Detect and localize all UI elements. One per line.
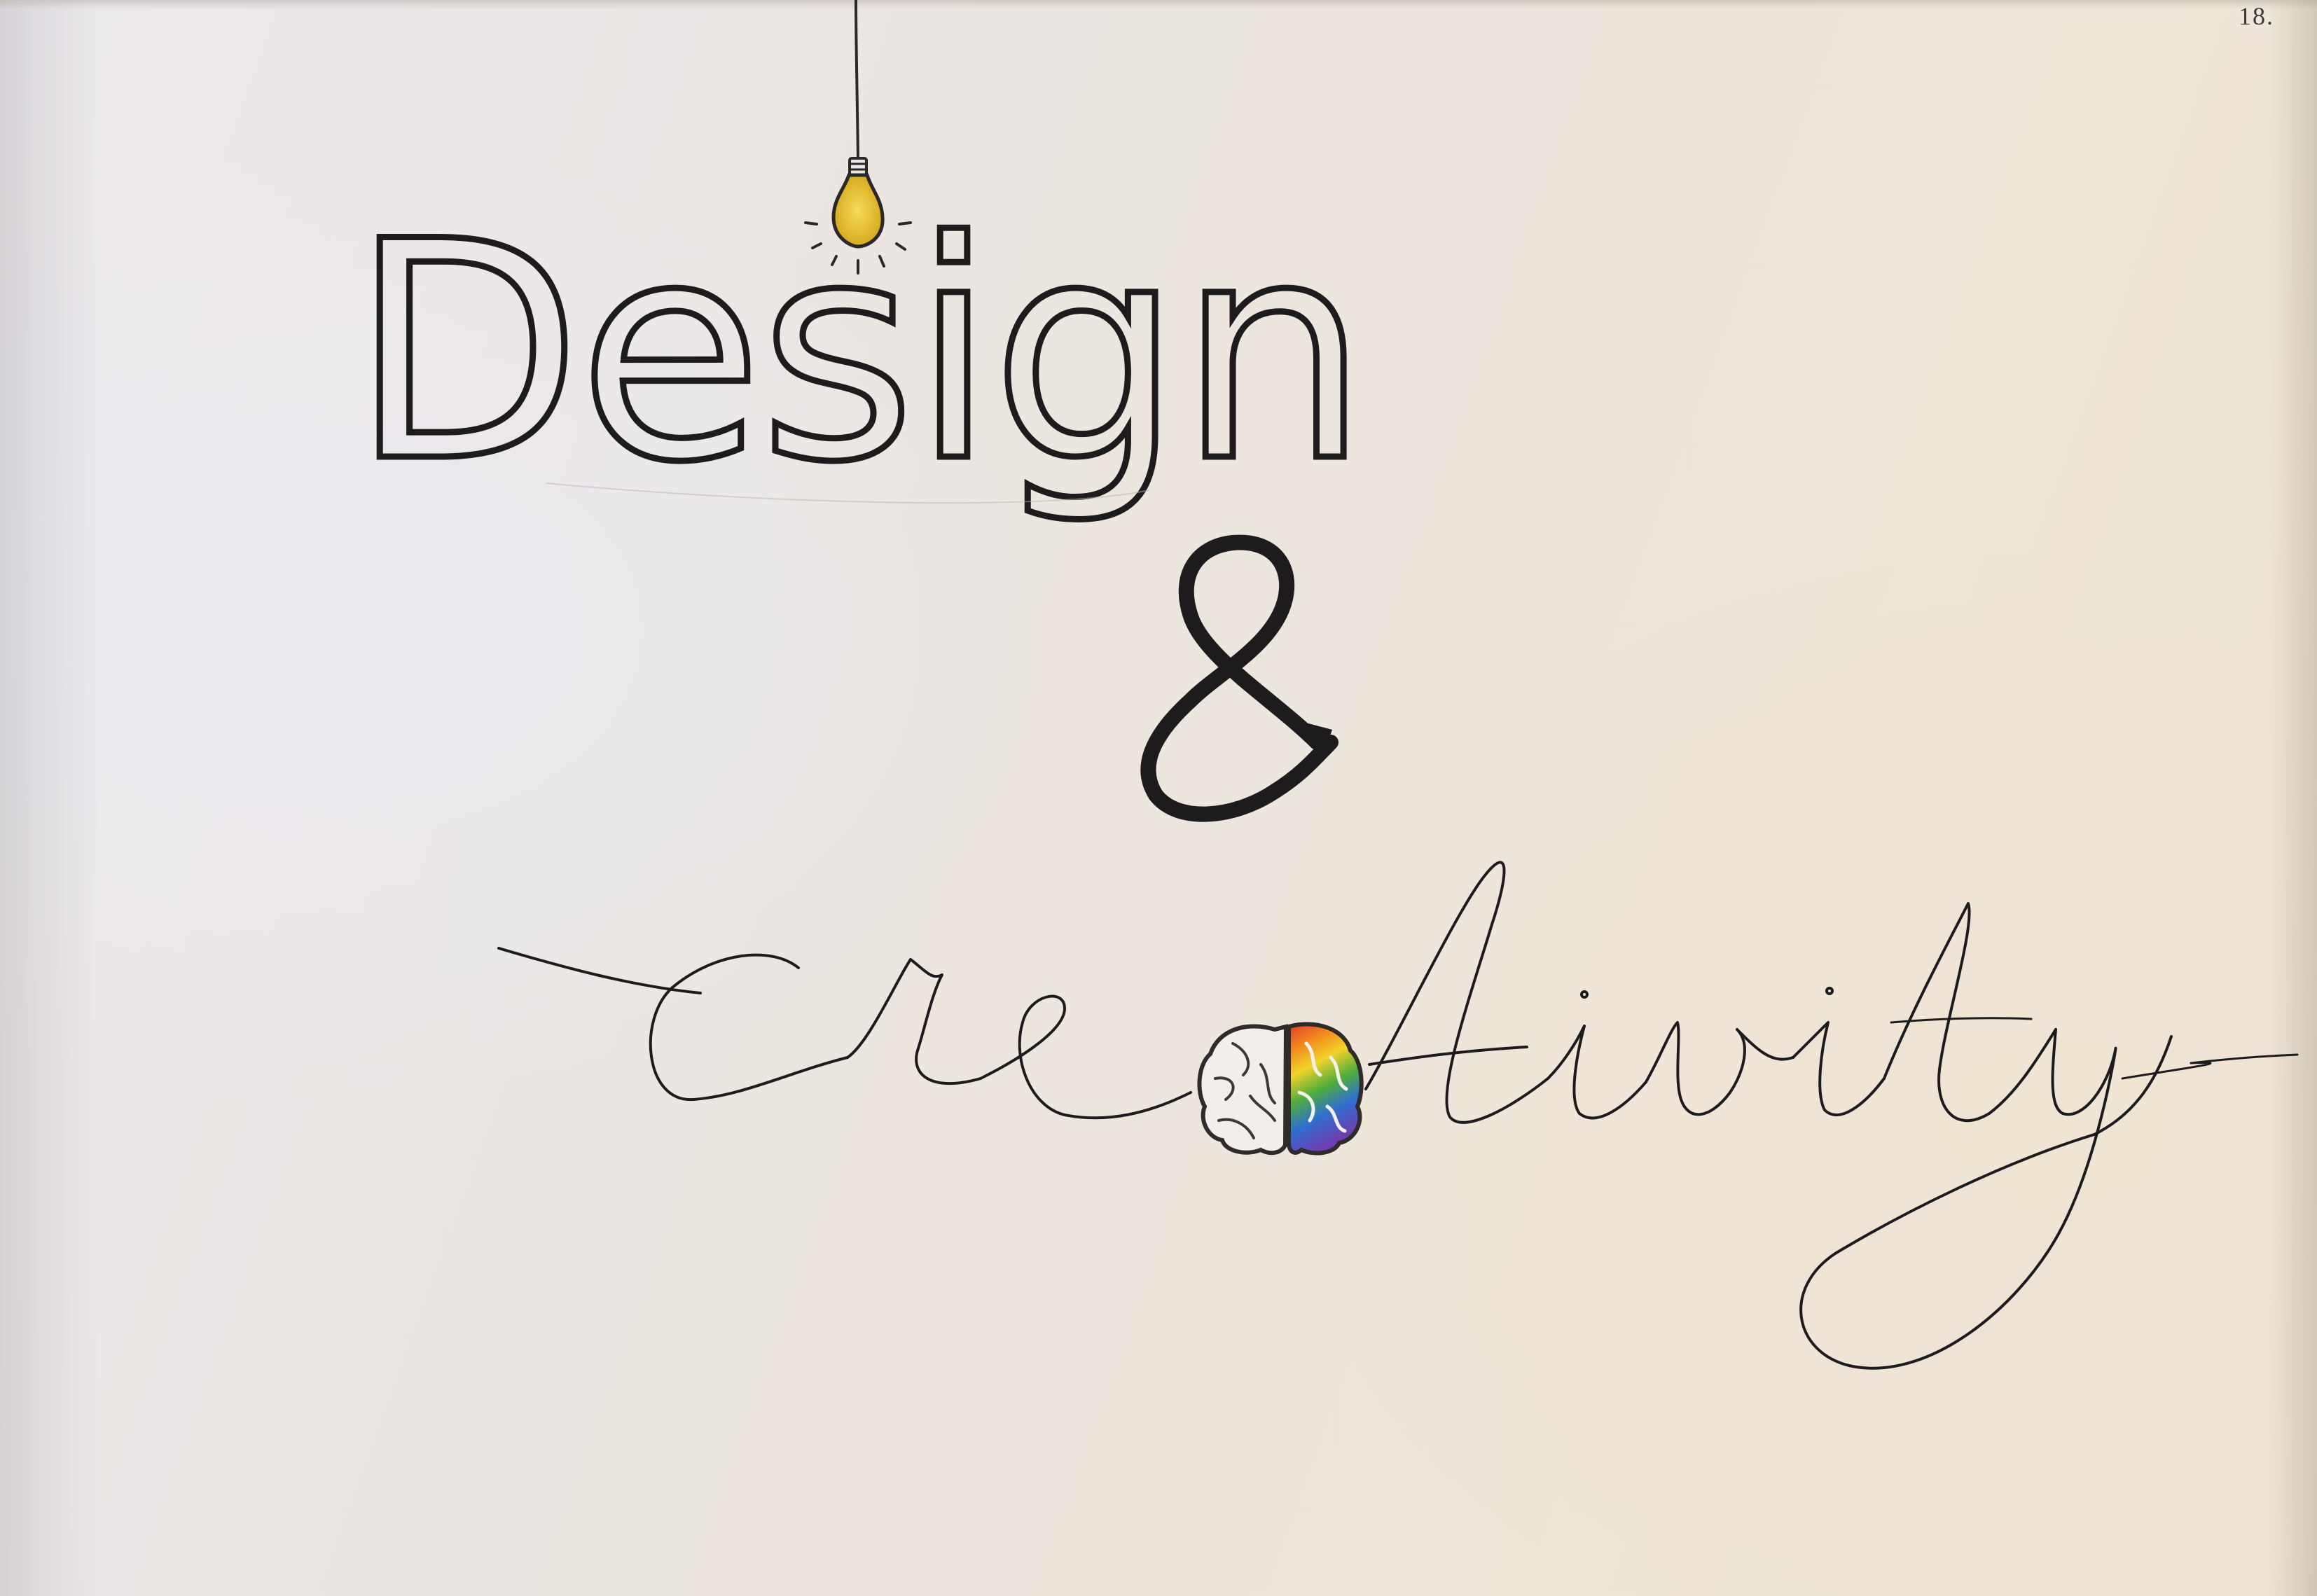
ampersand-text: & (0, 0, 1, 1)
design-word-text: Design (350, 178, 1365, 528)
artwork-canvas: Design & creativity (0, 0, 2299, 1370)
paper-sheet: 18. Design & creativity (0, 0, 2317, 1596)
creativity-word-text: creativity (0, 0, 3, 1)
word-design: Design (347, 175, 1373, 532)
brain-icon (1197, 1022, 1364, 1156)
